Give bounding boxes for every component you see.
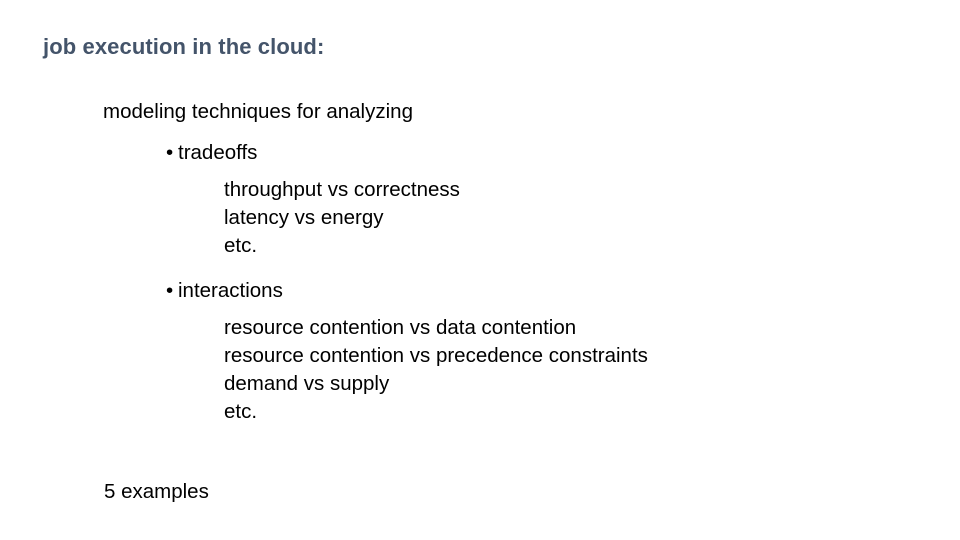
bullet-item-tradeoffs: • tradeoffs — [166, 139, 257, 167]
subitem-line: etc. — [224, 234, 258, 257]
slide-canvas: job execution in the cloud: modeling tec… — [0, 0, 960, 540]
subitem-group-tradeoffs: throughput vs correctness latency vs ene… — [224, 176, 460, 260]
footer-note: 5 examples — [104, 480, 209, 503]
bullet-dot-icon: • — [166, 141, 174, 164]
subitem-line: etc. — [224, 400, 258, 423]
bullet-label-tradeoffs: tradeoffs — [178, 141, 258, 164]
bullet-label-interactions: interactions — [178, 279, 283, 302]
page-title: job execution in the cloud: — [43, 34, 325, 59]
bullet-item-interactions: • interactions — [166, 277, 283, 305]
lead-statement: modeling techniques for analyzing — [103, 100, 413, 123]
bullet-dot-icon: • — [166, 279, 174, 302]
subitem-line: resource contention vs data contention — [224, 316, 577, 339]
subitem-line: resource contention vs precedence constr… — [224, 344, 648, 367]
subitem-line: latency vs energy — [224, 206, 384, 229]
subitem-group-interactions: resource contention vs data contention r… — [224, 314, 648, 426]
subitem-line: demand vs supply — [224, 372, 390, 395]
subitem-line: throughput vs correctness — [224, 178, 460, 201]
